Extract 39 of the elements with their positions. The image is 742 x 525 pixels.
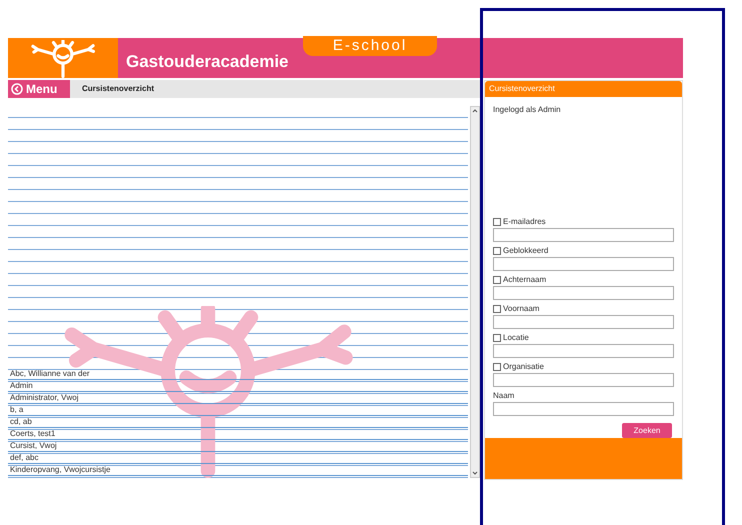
filter-checkbox[interactable] (493, 334, 501, 342)
search-button[interactable]: Zoeken (622, 423, 672, 438)
filter-label: Locatie (503, 332, 529, 344)
filter-checkbox[interactable] (493, 305, 501, 313)
filter-label: Geblokkeerd (503, 245, 548, 257)
scroll-up-icon[interactable] (471, 107, 479, 115)
filter-checkbox[interactable] (493, 363, 501, 371)
filter-checkbox[interactable] (493, 247, 501, 255)
filter-input[interactable] (493, 344, 674, 358)
filter-input[interactable] (493, 373, 674, 387)
student-row[interactable]: Coerts, test1 (8, 428, 468, 440)
filter-label: Voornaam (503, 303, 540, 315)
filter-label: E-mailadres (503, 216, 546, 228)
back-circle-icon (11, 83, 23, 95)
filter-input[interactable] (493, 286, 674, 300)
menu-button[interactable]: Menu (8, 80, 70, 98)
panel-header: Cursistenoverzicht (485, 81, 682, 97)
student-row[interactable]: Abc, Willianne van der (8, 368, 468, 380)
student-row[interactable]: Cursist, Vwoj (8, 440, 468, 452)
breadcrumb: Cursistenoverzicht (82, 83, 154, 95)
student-row[interactable]: def, abc (8, 452, 468, 464)
student-row[interactable]: Kinderopvang, Vwojcursistje (8, 464, 468, 476)
student-row[interactable]: cd, ab (8, 416, 468, 428)
scroll-down-icon[interactable] (471, 469, 479, 477)
filter-checkbox[interactable] (493, 218, 501, 226)
filter-input[interactable] (493, 257, 674, 271)
filter-label: Achternaam (503, 274, 546, 286)
login-status: Ingelogd als Admin (493, 104, 562, 116)
filter-input[interactable] (493, 402, 674, 416)
eschool-badge: E-school (303, 36, 437, 56)
student-row[interactable]: b, a (8, 404, 468, 416)
filter-label: Naam (493, 390, 514, 402)
student-row[interactable]: Administrator, Vwoj (8, 392, 468, 404)
filter-input[interactable] (493, 315, 674, 329)
filter-label: Organisatie (503, 361, 544, 373)
site-title: Gastouderacademie (126, 50, 289, 72)
student-row[interactable]: Admin (8, 380, 468, 392)
filter-checkbox[interactable] (493, 276, 501, 284)
filter-input[interactable] (493, 228, 674, 242)
